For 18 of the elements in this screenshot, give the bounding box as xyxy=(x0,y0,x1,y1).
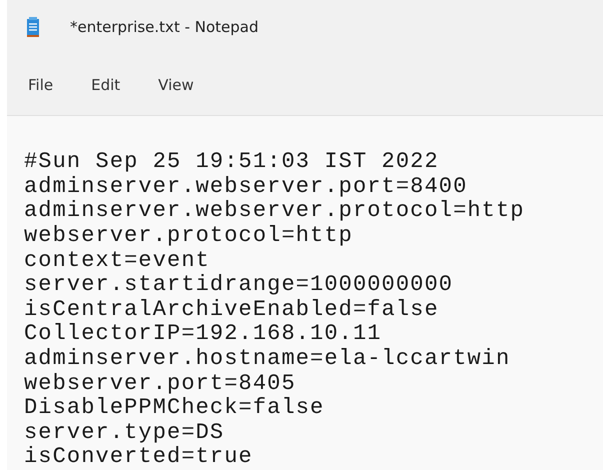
text-line: adminserver.hostname=ela-lccartwin xyxy=(24,347,510,372)
text-line: server.startidrange=1000000000 xyxy=(24,273,454,298)
menu-item[interactable]: File xyxy=(20,70,62,100)
notepad-icon xyxy=(26,17,40,38)
text-line: CollectorIP=192.168.10.11 xyxy=(24,322,382,348)
text-line: webserver.port=8405 xyxy=(24,372,296,396)
text-line: adminserver.webserver.port=8400 xyxy=(24,174,468,200)
text-line: #Sun Sep 25 19:51:03 IST 2022 xyxy=(24,150,439,175)
text-line: isConverted=true xyxy=(24,445,253,470)
menu-item[interactable]: View xyxy=(150,70,202,100)
text-line: context=event xyxy=(24,248,210,274)
text-line: server.type=DS xyxy=(24,420,224,446)
menu-item[interactable]: Edit xyxy=(83,70,128,100)
text-line: adminserver.webserver.protocol=http xyxy=(24,199,525,224)
text-line: webserver.protocol=http xyxy=(24,224,353,249)
text-line: isCentralArchiveEnabled=false xyxy=(24,298,439,322)
window-title: *enterprise.txt - Notepad xyxy=(70,17,259,38)
text-line: DisablePPMCheck=false xyxy=(24,396,324,421)
